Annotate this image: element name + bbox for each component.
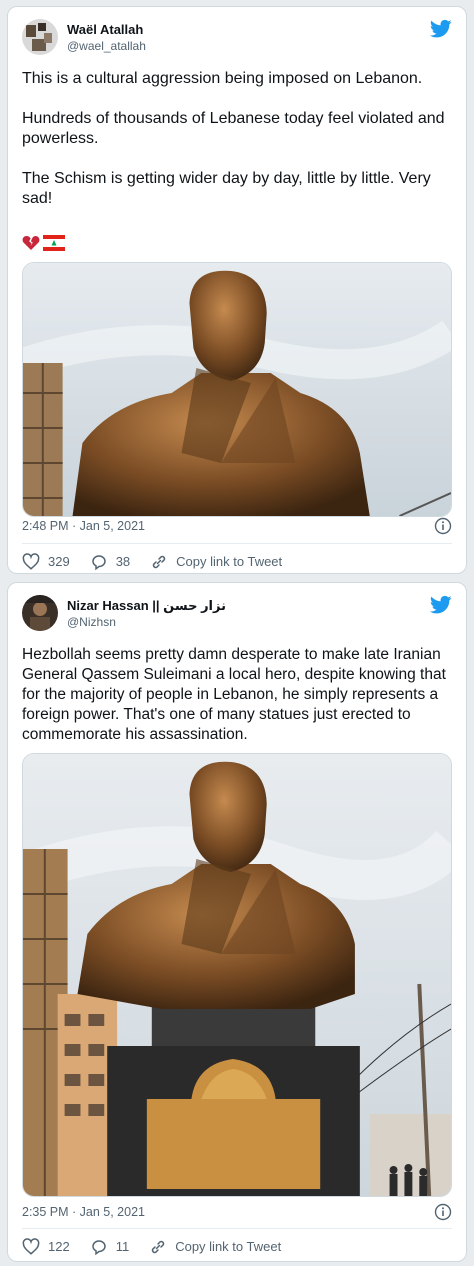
reply-button[interactable]: 11 xyxy=(90,1238,130,1256)
tweet-photo[interactable] xyxy=(22,262,452,517)
reply-count: 38 xyxy=(115,554,131,569)
heart-icon xyxy=(22,1238,40,1255)
divider xyxy=(22,1228,452,1229)
like-button[interactable]: 122 xyxy=(22,1238,70,1256)
author-name[interactable]: Waël Atallah xyxy=(67,22,143,37)
divider xyxy=(22,543,452,544)
like-count: 122 xyxy=(48,1239,70,1254)
tweet-timestamp[interactable]: 2:35 PM · Jan 5, 2021 xyxy=(22,1205,145,1219)
tweet-text: Hezbollah seems pretty damn desperate to… xyxy=(22,646,451,743)
copy-link-label: Copy link to Tweet xyxy=(176,554,283,569)
twitter-bird-icon[interactable] xyxy=(430,19,452,39)
emoji-row xyxy=(22,235,65,253)
copy-link-button[interactable]: Copy link to Tweet xyxy=(150,553,282,571)
copy-link-label: Copy link to Tweet xyxy=(175,1239,282,1254)
tweet-timestamp[interactable]: 2:48 PM · Jan 5, 2021 xyxy=(22,519,145,533)
reply-icon xyxy=(91,555,106,571)
tweet-header: Nizar Hassan || نزار حسن @Nizhsn xyxy=(22,595,452,635)
tweet-actions: 329 38 Copy link to Tweet xyxy=(22,552,452,572)
author-name[interactable]: Nizar Hassan || نزار حسن xyxy=(67,598,226,614)
tweet-card: Waël Atallah @wael_atallah This is a cul… xyxy=(7,6,467,574)
tweet-actions: 122 11 Copy link to Tweet xyxy=(22,1237,452,1257)
author-handle[interactable]: @wael_atallah xyxy=(67,39,146,53)
like-button[interactable]: 329 xyxy=(22,553,70,571)
broken-heart-icon xyxy=(22,236,40,250)
heart-icon xyxy=(22,553,40,570)
info-icon[interactable] xyxy=(434,517,452,535)
tweet-timestamp-row: 2:35 PM · Jan 5, 2021 xyxy=(22,1203,452,1221)
reply-button[interactable]: 38 xyxy=(90,553,130,571)
tweet-header: Waël Atallah @wael_atallah xyxy=(22,19,452,59)
tweet-photo[interactable] xyxy=(22,753,452,1197)
lebanon-flag-icon xyxy=(43,235,65,251)
tweet-card: Nizar Hassan || نزار حسن @Nizhsn Hezboll… xyxy=(7,582,467,1262)
reply-count: 11 xyxy=(115,1239,130,1254)
link-icon xyxy=(152,1240,165,1254)
like-count: 329 xyxy=(48,554,70,569)
info-icon[interactable] xyxy=(434,1203,452,1221)
twitter-bird-icon[interactable] xyxy=(430,595,452,615)
avatar[interactable] xyxy=(22,595,58,631)
reply-icon xyxy=(91,1240,106,1256)
avatar[interactable] xyxy=(22,19,58,55)
tweet-text: This is a cultural aggression being impo… xyxy=(22,70,445,207)
author-handle[interactable]: @Nizhsn xyxy=(67,615,116,629)
copy-link-button[interactable]: Copy link to Tweet xyxy=(149,1238,281,1256)
tweet-timestamp-row: 2:48 PM · Jan 5, 2021 xyxy=(22,517,452,535)
link-icon xyxy=(152,555,166,569)
